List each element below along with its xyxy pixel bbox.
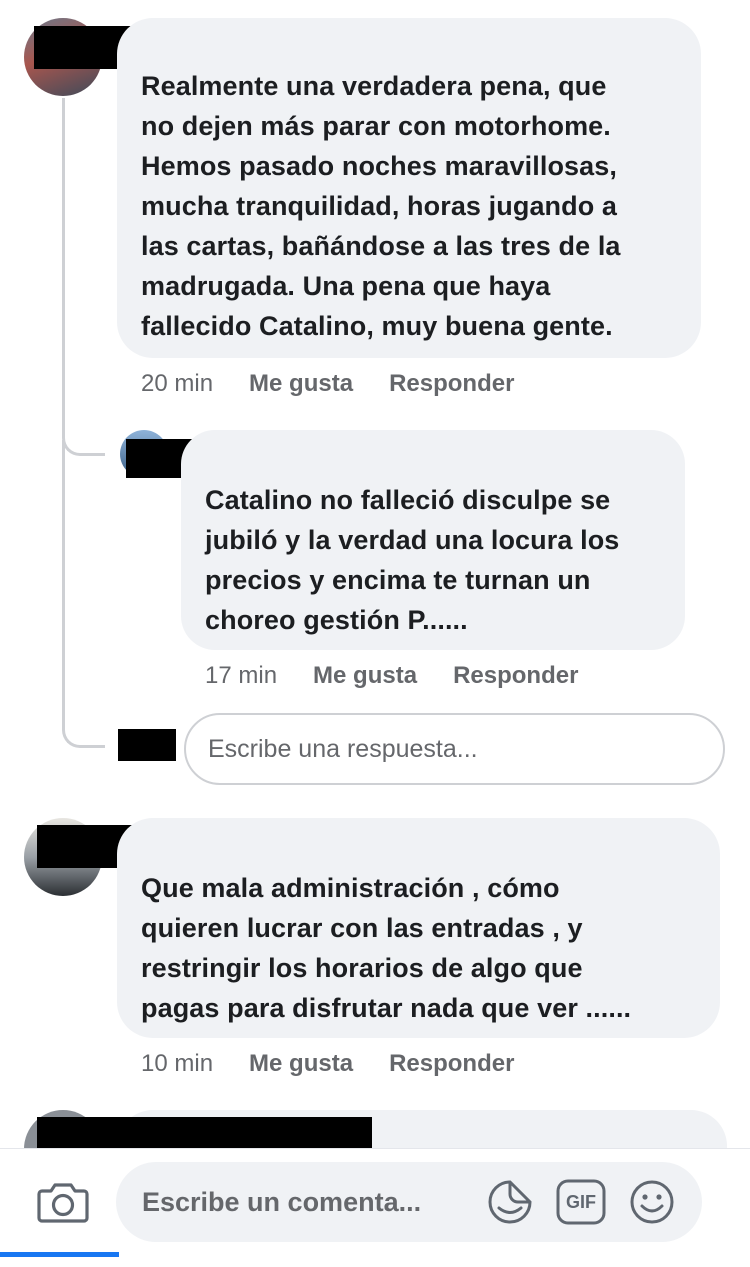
comment-input[interactable]: Escribe un comenta... GIF	[116, 1162, 702, 1242]
thread-line	[62, 440, 105, 748]
comment-actions: 10 min Me gusta Responder	[141, 1046, 514, 1082]
comment-bubble: Realmente una verdadera pena, que no dej…	[117, 18, 701, 358]
reply-time: 17 min	[205, 662, 278, 689]
home-indicator	[0, 1252, 119, 1257]
comment-time: 10 min	[141, 1050, 214, 1077]
like-button[interactable]: Me gusta	[313, 662, 417, 690]
reply-text: Catalino no falleció disculpe se jubiló …	[205, 485, 620, 635]
gif-label: GIF	[566, 1192, 596, 1212]
reply-bubble: Catalino no falleció disculpe se jubiló …	[181, 430, 685, 650]
reply-button[interactable]: Responder	[389, 370, 514, 398]
reply-input-placeholder: Escribe una respuesta...	[208, 734, 478, 763]
gif-icon[interactable]: GIF	[556, 1179, 606, 1225]
thread-line	[62, 98, 105, 456]
reply-button[interactable]: Responder	[453, 662, 578, 690]
reply-actions: 17 min Me gusta Responder	[205, 658, 578, 694]
comment-composer: Escribe un comenta... GIF	[0, 1148, 750, 1267]
like-button[interactable]: Me gusta	[249, 1050, 353, 1078]
comment-text: Realmente una verdadera pena, que no dej…	[141, 71, 621, 341]
camera-icon[interactable]	[36, 1177, 90, 1227]
reply-button[interactable]: Responder	[389, 1050, 514, 1078]
comment-bubble: Que mala administración , cómo quieren l…	[117, 818, 720, 1038]
reply-input[interactable]: Escribe una respuesta...	[184, 713, 725, 785]
emoji-icon[interactable]	[628, 1178, 676, 1226]
like-button[interactable]: Me gusta	[249, 370, 353, 398]
comment-text: Que mala administración , cómo quieren l…	[141, 873, 632, 1023]
comment-actions: 20 min Me gusta Responder	[141, 366, 514, 402]
sticker-icon[interactable]	[486, 1178, 534, 1226]
comment-input-placeholder: Escribe un comenta...	[142, 1187, 422, 1217]
comment-time: 20 min	[141, 370, 214, 397]
redacted-user-avatar	[118, 729, 176, 761]
